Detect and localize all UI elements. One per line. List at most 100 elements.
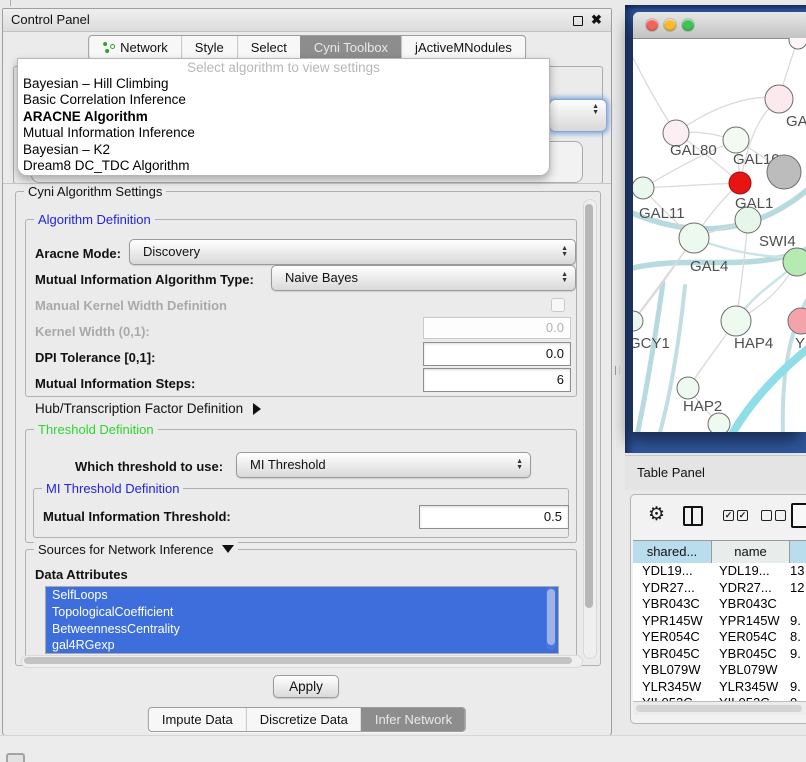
tab-jactivemnodules[interactable]: jActiveMNodules xyxy=(401,36,525,59)
column-header-shared-name[interactable]: shared... xyxy=(633,541,712,563)
settings-scrollbar-thumb[interactable] xyxy=(585,204,593,608)
select-all-icon[interactable]: ✓ xyxy=(723,510,734,521)
algorithm-option[interactable]: ARACNE Algorithm xyxy=(18,109,549,125)
mi-threshold-input[interactable]: 0.5 xyxy=(419,505,569,529)
table-cell xyxy=(790,596,806,613)
table-row[interactable]: YBR043CYBR043C xyxy=(633,596,806,613)
node-hap4[interactable] xyxy=(721,306,751,336)
network-edge[interactable] xyxy=(731,343,806,432)
node-bottom-partial[interactable] xyxy=(708,413,730,432)
algorithm-option[interactable]: Basic Correlation Inference xyxy=(18,92,549,108)
app-screen: Control Panel ✖ Network Style Select Cyn… xyxy=(0,0,806,762)
tab-select[interactable]: Select xyxy=(237,36,300,59)
deselect-all-icon[interactable] xyxy=(775,510,786,521)
node-gal11[interactable] xyxy=(633,177,654,199)
mi-threshold-definition-title: MI Threshold Definition xyxy=(42,481,183,496)
table-row[interactable]: YLR345WYLR345W9. xyxy=(633,679,806,696)
hub-definition-expander[interactable]: Hub/Transcription Factor Definition xyxy=(35,401,261,416)
settings-horizontal-scrollbar[interactable] xyxy=(21,655,583,668)
algorithm-option[interactable]: Bayesian – Hill Climbing xyxy=(18,76,549,92)
data-attribute-item[interactable]: SelfLoops xyxy=(46,587,558,604)
network-edge[interactable] xyxy=(643,183,740,188)
mi-steps-input[interactable]: 6 xyxy=(423,368,571,392)
kernel-width-input[interactable]: 0.0 xyxy=(423,317,571,339)
panel-splitter-grip[interactable] xyxy=(615,366,620,375)
network-edge[interactable] xyxy=(637,283,663,432)
data-attribute-item[interactable]: BetweennessCentrality xyxy=(46,621,558,638)
control-panel-tabbar: Network Style Select Cyni Toolbox jActiv… xyxy=(88,35,526,60)
column-header-partial[interactable] xyxy=(790,541,806,563)
network-edge[interactable] xyxy=(659,286,685,432)
tab-style[interactable]: Style xyxy=(181,36,237,59)
data-attribute-item[interactable]: gal4RGexp xyxy=(46,637,558,654)
select-all-icon[interactable]: ✓ xyxy=(737,510,748,521)
node-swi4[interactable] xyxy=(783,248,806,276)
tab-impute-data[interactable]: Impute Data xyxy=(149,708,246,731)
zoom-traffic-light[interactable] xyxy=(682,19,694,31)
network-view-window[interactable]: GALGAL80GAL10GAL1GAL11SWI4GAL4GCY1HAP4YH… xyxy=(633,12,806,432)
sources-title[interactable]: Sources for Network Inference xyxy=(34,542,238,557)
table-panel-title: Table Panel xyxy=(637,465,705,480)
table-hscrollbar-thumb[interactable] xyxy=(636,705,802,712)
manual-kernel-width-checkbox[interactable] xyxy=(551,298,565,312)
network-window-titlebar[interactable] xyxy=(633,12,806,39)
close-panel-icon[interactable]: ✖ xyxy=(591,14,602,25)
apply-button[interactable]: Apply xyxy=(273,675,339,698)
node-red[interactable] xyxy=(729,172,751,194)
table-row[interactable]: YBR045CYBR045C9. xyxy=(633,646,806,663)
table-row[interactable]: YER054CYER054C8. xyxy=(633,629,806,646)
node-gal10[interactable] xyxy=(723,127,749,153)
algorithm-options-list: Bayesian – Hill ClimbingBasic Correlatio… xyxy=(18,76,549,174)
table-row[interactable]: YBL079WYBL079W xyxy=(633,662,806,679)
node-top-partial[interactable] xyxy=(789,38,806,49)
control-panel-title: Control Panel xyxy=(11,12,90,27)
settings-vertical-scrollbar[interactable] xyxy=(583,199,597,659)
page-icon[interactable] xyxy=(791,503,806,528)
node-gal4[interactable] xyxy=(679,223,709,253)
table-cell: YBR043C xyxy=(633,596,712,613)
table-cell: 9. xyxy=(790,613,806,630)
dpi-tolerance-label: DPI Tolerance [0,1]: xyxy=(35,350,155,365)
dpi-tolerance-input[interactable]: 0.0 xyxy=(423,342,571,366)
data-attribute-item[interactable]: TopologicalCoefficient xyxy=(46,604,558,621)
settings-hscrollbar-thumb[interactable] xyxy=(24,657,572,664)
docked-window-icon[interactable] xyxy=(6,753,25,762)
table-horizontal-scrollbar[interactable] xyxy=(633,701,806,715)
close-traffic-light[interactable] xyxy=(646,19,658,31)
deselect-all-icon[interactable] xyxy=(761,510,772,521)
node-pink-right[interactable] xyxy=(788,308,806,334)
network-graph-canvas[interactable]: GALGAL80GAL10GAL1GAL11SWI4GAL4GCY1HAP4YH… xyxy=(633,38,806,432)
tab-infer-network[interactable]: Infer Network xyxy=(361,708,465,731)
table-row[interactable]: YPR145WYPR145W9. xyxy=(633,613,806,630)
gear-icon[interactable]: ⚙ xyxy=(648,503,665,526)
column-header-name[interactable]: name xyxy=(712,541,790,563)
attributes-list-scrollbar[interactable] xyxy=(546,587,556,650)
node-gray[interactable] xyxy=(767,155,801,189)
aracne-mode-combobox[interactable]: Discovery ▲▼ xyxy=(129,239,576,265)
node-hap2[interactable] xyxy=(677,377,699,399)
minimize-traffic-light[interactable] xyxy=(664,19,676,31)
which-threshold-combobox[interactable]: MI Threshold ▲▼ xyxy=(236,452,531,478)
tab-discretize-data[interactable]: Discretize Data xyxy=(246,708,361,731)
node-gal80-label: GAL80 xyxy=(670,142,717,159)
table-cell: YBR045C xyxy=(712,646,790,663)
table-cell: YER054C xyxy=(633,629,712,646)
tab-cyni-toolbox[interactable]: Cyni Toolbox xyxy=(300,36,401,59)
table-row[interactable]: YDL19...YDL19...13 xyxy=(633,563,806,580)
algorithm-option[interactable]: Mutual Information Inference xyxy=(18,125,549,141)
attributes-scrollbar-thumb[interactable] xyxy=(547,589,555,645)
table-row[interactable]: YDR27...YDR27...12 xyxy=(633,580,806,597)
mi-algorithm-type-combobox[interactable]: Naive Bayes ▲▼ xyxy=(271,265,576,291)
mi-steps-label: Mutual Information Steps: xyxy=(35,376,195,391)
split-view-icon[interactable] xyxy=(683,506,703,526)
node-gal-right[interactable] xyxy=(765,85,793,113)
algorithm-option[interactable]: Dream8 DC_TDC Algorithm xyxy=(18,158,549,174)
mi-threshold-label: Mutual Information Threshold: xyxy=(43,509,231,524)
float-window-icon[interactable] xyxy=(573,16,583,26)
algorithm-combobox-fragment[interactable]: ▲▼ xyxy=(549,99,607,132)
algorithm-option[interactable]: Bayesian – K2 xyxy=(18,142,549,158)
node-gcy1[interactable] xyxy=(633,311,643,331)
tab-network[interactable]: Network xyxy=(89,36,181,59)
network-edge[interactable] xyxy=(633,50,676,133)
control-panel-titlebar: Control Panel ✖ xyxy=(3,9,611,32)
